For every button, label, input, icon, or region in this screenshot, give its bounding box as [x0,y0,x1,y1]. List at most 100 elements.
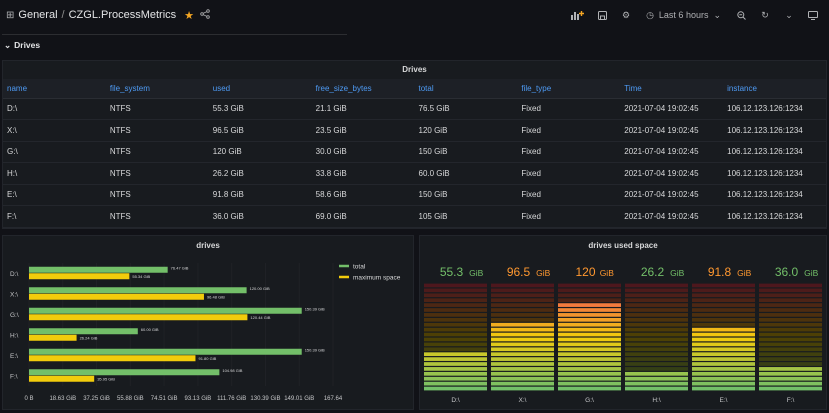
gauge-segment [558,308,621,312]
gauge-segment [424,362,487,366]
dashboards-grid-icon[interactable]: ⊞ [6,10,14,21]
gauge-value: 96.5 [507,265,531,279]
gauge-segment [759,317,822,322]
table-cell: 106.12.123.126:1234 [723,119,826,142]
table-cell: 23.5 GiB [311,119,415,142]
gauge-category-label: F:\ [787,397,795,404]
zoom-out-icon[interactable] [731,5,751,25]
column-header[interactable]: Time [620,79,724,99]
x-tick-label: 149.01 GiB [284,396,314,402]
column-header[interactable]: used [208,79,312,99]
gauge-segment [558,298,621,303]
gauge-segment [625,313,688,317]
table-cell: 33.8 GiB [311,162,415,185]
column-header[interactable]: total [414,79,518,99]
table-cell: 2021-07-04 19:02:45 [620,162,724,185]
table-cell: 120 GiB [208,141,312,163]
bar-maximum-space [29,273,130,280]
gauge-segment [424,367,487,371]
gauge-value: 91.8 [708,265,732,279]
table-cell: 58.6 GiB [311,184,415,206]
table-cell: 150 GiB [414,141,518,163]
chevron-down-icon: ⌄ [713,9,721,20]
gauge-segment [558,288,621,293]
table-row: E:\ NTFS 91.8 GiB 58.6 GiB 150 GiB Fixed 2021-… [3,184,826,206]
table-cell: Fixed [517,162,621,185]
table-cell: F:\ [3,205,106,228]
gauge-segment [692,298,755,303]
table-cell: 150 GiB [414,184,518,206]
gauge-segment [558,322,621,327]
save-icon[interactable] [592,5,612,25]
bar-value-label: 104.98 GiB [222,368,242,373]
gauge-segment [625,288,688,293]
gauge-segment [491,332,554,337]
table-cell: Fixed [517,205,621,228]
gauge-segment [558,337,621,342]
bar-value-label: 60.00 GiB [141,327,159,332]
gauge-segment [424,293,487,298]
gauge-segment [491,352,554,357]
gauge-segment [491,357,554,361]
refresh-interval-chevron-icon[interactable]: ⌄ [779,5,799,25]
gauge-segment [424,381,487,386]
row-header-drives[interactable]: ⌄ Drives [4,40,40,51]
bar-total [29,287,247,294]
table-cell: 91.8 GiB [208,184,312,206]
gauge-segment [558,332,621,337]
gauge-segment [759,386,822,391]
add-panel-icon[interactable] [567,5,588,25]
gauge-segment [558,367,621,371]
x-tick-label: 55.88 GiB [117,396,144,402]
y-category-label: E:\ [10,353,18,360]
x-tick-label: 167.64 [324,396,343,402]
gauge-segment [692,342,755,347]
column-header[interactable]: file_system [105,79,209,99]
gauge-segment [692,327,755,332]
column-header[interactable]: instance [723,79,826,99]
refresh-icon[interactable]: ↻ [755,5,775,25]
settings-gear-icon[interactable]: ⚙ [616,5,636,25]
gauge-segment [558,317,621,322]
table-cell: Fixed [517,98,621,120]
bar-value-label: 91.80 GiB [198,356,216,361]
gauge-unit: GiB [804,268,819,278]
bar-value-label: 120.44 GiB [250,315,270,320]
star-icon[interactable]: ★ [184,9,194,22]
column-header[interactable]: file_type [517,79,621,99]
column-header[interactable]: name [3,79,106,99]
gauge-segment [759,342,822,347]
bar-maximum-space [29,334,77,341]
share-icon[interactable] [200,8,210,22]
table-cell: 106.12.123.126:1234 [723,141,826,163]
bar-value-label: 150.39 GiB [305,306,325,311]
gauge-segment [424,347,487,352]
panel-title[interactable]: Drives [3,61,826,79]
table-cell: X:\ [3,119,106,142]
dashboard-title[interactable]: CZGL.ProcessMetrics [69,9,177,21]
table-cell: Fixed [517,119,621,142]
table-cell: 30.0 GiB [311,141,415,163]
gauge-segment [625,381,688,386]
gauge-segment [424,376,487,381]
column-header[interactable]: free_size_bytes [311,79,415,99]
gauge-segment [424,332,487,337]
gauge-category-label: X:\ [519,397,527,404]
gauge-segment [491,293,554,298]
gauge-segment [759,367,822,371]
table-row: F:\ NTFS 36.0 GiB 69.0 GiB 105 GiB Fixed 2021-… [3,205,826,228]
gauge-segment [625,327,688,332]
gauge-segment [692,303,755,307]
gauge-segment [759,298,822,303]
gauge-segment [759,347,822,352]
gauge-segment [759,376,822,381]
tv-mode-icon[interactable] [803,5,823,25]
y-category-label: H:\ [10,332,19,339]
gauge-segment [491,313,554,317]
gauge-segment [625,322,688,327]
gauge-segment [558,313,621,317]
gauge-segment [424,386,487,391]
gauge-segment [424,337,487,342]
breadcrumb-folder[interactable]: General [18,9,57,21]
time-range-picker[interactable]: ◷ Last 6 hours ⌄ [640,5,727,25]
